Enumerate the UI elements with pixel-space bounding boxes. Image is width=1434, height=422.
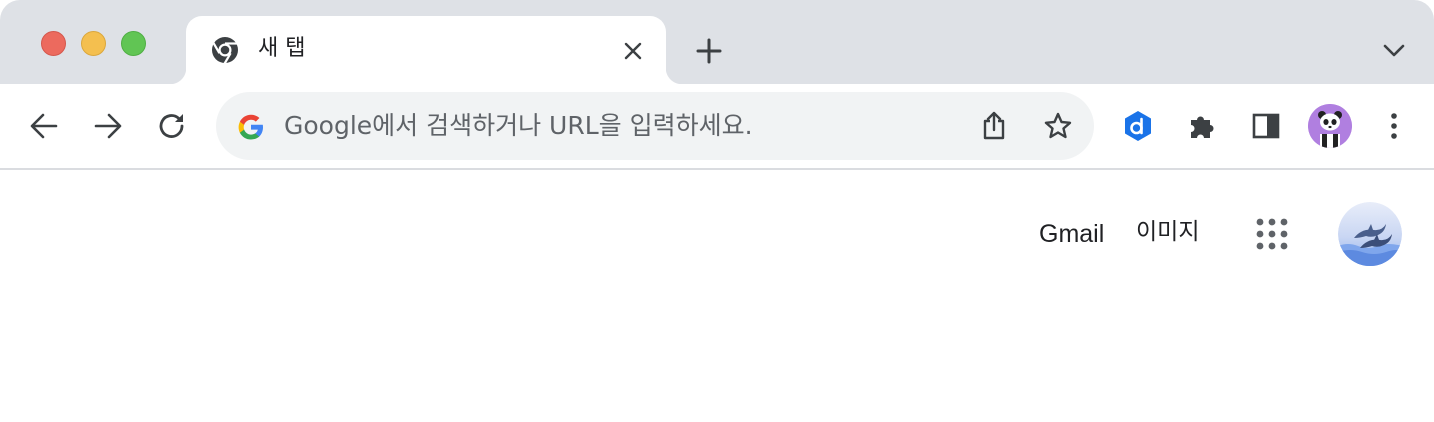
side-panel-icon[interactable] bbox=[1246, 106, 1286, 146]
window-minimize-button[interactable] bbox=[81, 31, 106, 56]
d-extension-icon[interactable] bbox=[1118, 106, 1158, 146]
address-bar[interactable]: Google에서 검색하거나 URL을 입력하세요. bbox=[216, 92, 1094, 160]
window-close-button[interactable] bbox=[41, 31, 66, 56]
kebab-menu-icon[interactable] bbox=[1374, 106, 1414, 146]
tab-strip: 새 탭 bbox=[0, 0, 1434, 84]
window-maximize-button[interactable] bbox=[121, 31, 146, 56]
google-g-icon bbox=[236, 112, 266, 142]
panda-avatar-icon[interactable] bbox=[1308, 104, 1352, 148]
plus-icon[interactable] bbox=[692, 34, 726, 68]
apps-grid-icon[interactable] bbox=[1254, 214, 1294, 254]
address-bar-placeholder: Google에서 검색하거나 URL을 입력하세요. bbox=[284, 111, 753, 140]
dolphin-avatar-icon[interactable] bbox=[1338, 202, 1402, 266]
toolbar: Google에서 검색하거나 URL을 입력하세요. bbox=[0, 84, 1434, 170]
forward-arrow-icon[interactable] bbox=[88, 106, 128, 146]
star-icon[interactable] bbox=[1040, 108, 1076, 144]
close-icon[interactable] bbox=[618, 36, 648, 66]
puzzle-icon[interactable] bbox=[1182, 106, 1222, 146]
tab-title: 새 탭 bbox=[258, 36, 306, 61]
browser-window: 새 탭 Google에서 검색하거나 URL을 입력하세요. Gmail 이미지 bbox=[0, 0, 1434, 422]
gmail-link[interactable]: Gmail bbox=[1039, 218, 1104, 250]
images-link[interactable]: 이미지 bbox=[1136, 216, 1199, 248]
chrome-icon bbox=[211, 36, 239, 65]
back-arrow-icon[interactable] bbox=[24, 106, 64, 146]
tab-new-tab[interactable]: 새 탭 bbox=[170, 16, 682, 84]
share-icon[interactable] bbox=[976, 108, 1012, 144]
chevron-down-icon[interactable] bbox=[1378, 36, 1410, 66]
reload-icon[interactable] bbox=[152, 106, 192, 146]
